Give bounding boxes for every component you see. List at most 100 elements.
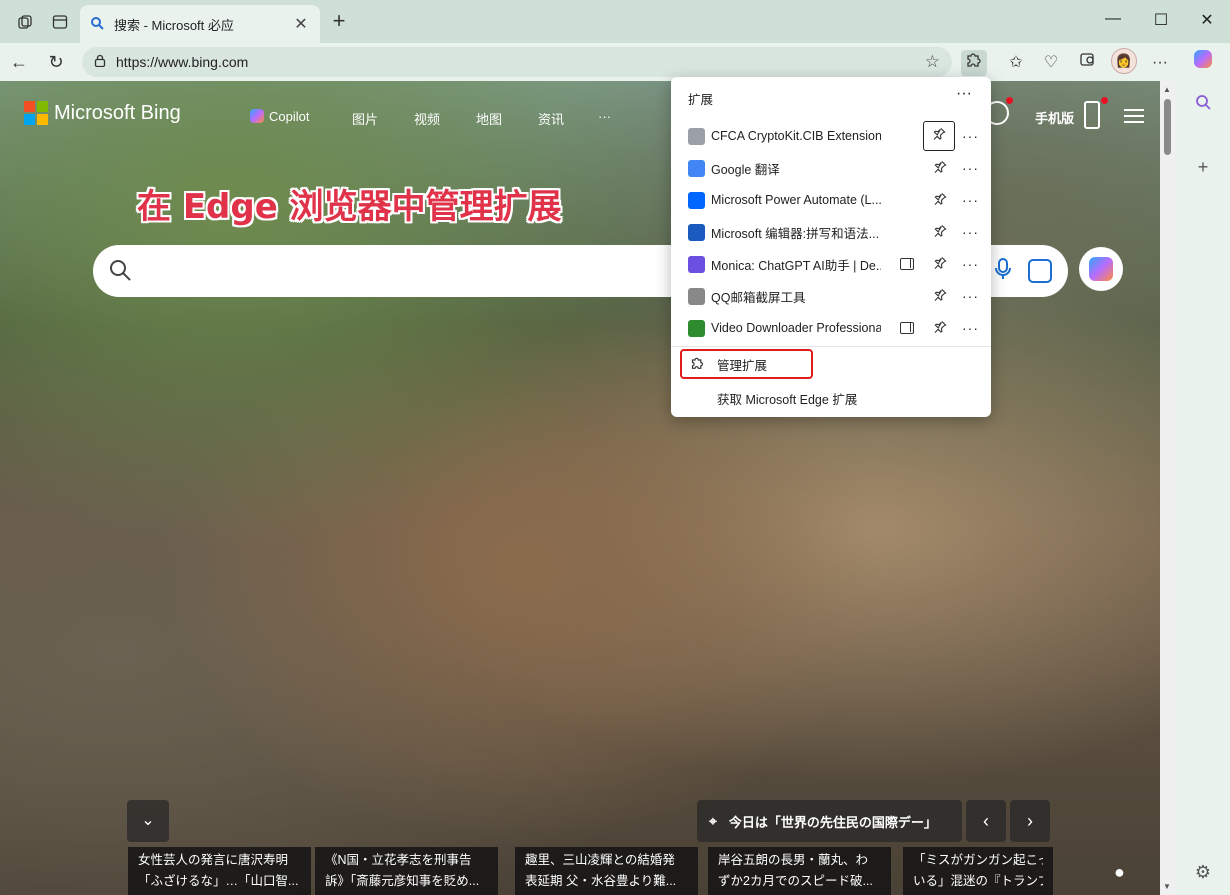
sidebar-search-icon[interactable]: [1192, 93, 1214, 115]
open-side-panel-icon[interactable]: [900, 258, 914, 270]
popup-divider: [671, 346, 991, 347]
nav-news[interactable]: 资讯: [538, 109, 564, 128]
url-text[interactable]: https://www.bing.com: [116, 54, 925, 70]
collapse-feed-button[interactable]: ⌄: [127, 800, 169, 842]
copilot-toolbar-icon[interactable]: [1190, 48, 1216, 74]
copilot-icon: [250, 109, 264, 123]
nav-images[interactable]: 图片: [352, 109, 378, 128]
workspaces-icon[interactable]: [15, 12, 35, 32]
nav-maps[interactable]: 地图: [476, 109, 502, 128]
extension-row[interactable]: Google 翻译 ···: [671, 152, 991, 184]
mobile-notification-dot: [1101, 97, 1108, 104]
browser-essentials-icon[interactable]: ♡: [1038, 50, 1064, 76]
vertical-tabs-icon[interactable]: [50, 12, 70, 32]
get-extensions-link[interactable]: 获取 Microsoft Edge 扩展: [717, 389, 857, 408]
extension-icon: [688, 287, 705, 305]
tab-bing[interactable]: 搜索 - Microsoft 必应 ✕: [80, 5, 320, 43]
extension-row[interactable]: Monica: ChatGPT AI助手 | De... ···: [671, 248, 991, 280]
extension-more-options-icon[interactable]: ···: [962, 288, 979, 304]
pin-icon[interactable]: [929, 256, 951, 272]
extension-more-options-icon[interactable]: ···: [962, 160, 979, 176]
pin-icon[interactable]: [929, 160, 951, 176]
extension-more-options-icon[interactable]: ···: [962, 320, 979, 336]
extension-row[interactable]: Video Downloader Professional ···: [671, 312, 991, 344]
favorite-star-icon[interactable]: ☆: [925, 52, 940, 72]
extension-more-options-icon[interactable]: ···: [962, 192, 979, 208]
copilot-search-button[interactable]: [1079, 247, 1123, 291]
open-side-panel-icon[interactable]: [900, 322, 914, 334]
nav-more[interactable]: ···: [598, 109, 611, 124]
menu-hamburger-icon[interactable]: [1124, 109, 1144, 123]
extension-more-options-icon[interactable]: ···: [962, 128, 979, 144]
bing-logo-text: Microsoft Bing: [54, 101, 181, 124]
search-icon: [108, 258, 132, 282]
visual-search-icon[interactable]: [1028, 259, 1052, 283]
location-pin-icon: ⌖: [709, 812, 717, 829]
extension-more-options-icon[interactable]: ···: [962, 224, 979, 240]
back-button[interactable]: ←: [8, 51, 30, 73]
page-scrollbar[interactable]: ▲ ▼: [1160, 81, 1175, 895]
extensions-puzzle-icon[interactable]: [961, 50, 987, 76]
sidebar-settings-gear-icon[interactable]: ⚙: [1192, 861, 1214, 883]
bing-logo[interactable]: Microsoft Bing: [24, 101, 181, 125]
minimize-button[interactable]: —: [1103, 10, 1123, 28]
scroll-thumb[interactable]: [1164, 99, 1171, 155]
title-bar: 搜索 - Microsoft 必应 ✕ + — ☐ ✕: [0, 0, 1230, 43]
microphone-icon[interactable]: [992, 257, 1014, 283]
nav-copilot[interactable]: Copilot: [250, 109, 309, 124]
new-tab-button[interactable]: +: [328, 10, 350, 32]
extension-row[interactable]: Microsoft 编辑器:拼写和语法... ···: [671, 216, 991, 248]
extension-name: Microsoft Power Automate (L...: [711, 193, 881, 207]
popup-more-options-icon[interactable]: ···: [956, 85, 972, 103]
extension-name: Google 翻译: [711, 162, 780, 177]
previous-image-button[interactable]: ‹: [966, 800, 1006, 842]
extension-name: Video Downloader Professional: [711, 321, 881, 335]
news-card[interactable]: 《N国・立花孝志を刑事告 訴》「斎藤元彦知事を貶め...: [315, 847, 498, 895]
collections-icon[interactable]: [1075, 50, 1101, 76]
extension-icon: [688, 191, 705, 209]
extension-icon: [688, 127, 705, 145]
manage-extensions-button[interactable]: 管理扩展: [680, 349, 813, 379]
news-card[interactable]: 「ミスがガンガン起こっ いる」混迷の『トランプ: [903, 847, 1053, 895]
copilot-icon: [1089, 257, 1113, 281]
settings-more-icon[interactable]: ···: [1147, 50, 1173, 76]
tab-title: 搜索 - Microsoft 必应: [114, 17, 234, 33]
nav-videos[interactable]: 视频: [414, 109, 440, 128]
next-image-button[interactable]: ›: [1010, 800, 1050, 842]
feedback-icon[interactable]: ●: [1114, 862, 1125, 883]
lock-icon[interactable]: [94, 54, 106, 70]
phone-icon[interactable]: [1084, 101, 1100, 129]
tab-close-icon[interactable]: ✕: [292, 14, 310, 34]
extensions-popup: 扩展 ··· CFCA CryptoKit.CIB Extension ··· Go…: [671, 77, 991, 417]
favorites-icon[interactable]: ✩: [1003, 50, 1029, 76]
extension-row[interactable]: CFCA CryptoKit.CIB Extension ···: [671, 120, 991, 152]
pin-icon[interactable]: [929, 192, 951, 208]
news-card[interactable]: 岸谷五朗の長男・蘭丸、わ ずか2カ月でのスピード破...: [708, 847, 891, 895]
microsoft-logo-icon: [24, 101, 48, 125]
daily-image-info[interactable]: ⌖ 今日は「世界の先住民の国際デー」: [697, 800, 962, 842]
profile-avatar[interactable]: 👩: [1111, 48, 1137, 74]
sidebar-add-icon[interactable]: +: [1192, 156, 1214, 178]
extension-more-options-icon[interactable]: ···: [962, 256, 979, 272]
extension-name: QQ邮箱截屏工具: [711, 290, 806, 305]
extension-row[interactable]: Microsoft Power Automate (L... ···: [671, 184, 991, 216]
news-card[interactable]: 女性芸人の発言に唐沢寿明 「ふざけるな」…「山口智...: [128, 847, 311, 895]
edge-sidebar: + ⚙: [1175, 81, 1230, 895]
pin-icon[interactable]: [923, 121, 955, 151]
close-window-button[interactable]: ✕: [1197, 10, 1217, 30]
refresh-button[interactable]: ↻: [45, 51, 67, 73]
extension-icon: [688, 255, 705, 273]
overlay-headline: 在 Edge 浏览器中管理扩展: [137, 187, 562, 227]
pin-icon[interactable]: [929, 224, 951, 240]
address-bar[interactable]: https://www.bing.com ☆: [82, 47, 952, 77]
popup-title: 扩展: [688, 93, 714, 107]
scroll-down-arrow[interactable]: ▼: [1163, 882, 1171, 891]
mobile-version-link[interactable]: 手机版: [1035, 108, 1074, 127]
pin-icon[interactable]: [929, 320, 951, 336]
extension-row[interactable]: QQ邮箱截屏工具 ···: [671, 280, 991, 312]
news-card[interactable]: 趣里、三山凌輝との結婚発 表延期 父・水谷豊より難...: [515, 847, 698, 895]
maximize-button[interactable]: ☐: [1151, 10, 1171, 30]
pin-icon[interactable]: [929, 288, 951, 304]
scroll-up-arrow[interactable]: ▲: [1163, 85, 1171, 94]
day-label: 今日は「世界の先住民の国際デー」: [728, 814, 937, 830]
